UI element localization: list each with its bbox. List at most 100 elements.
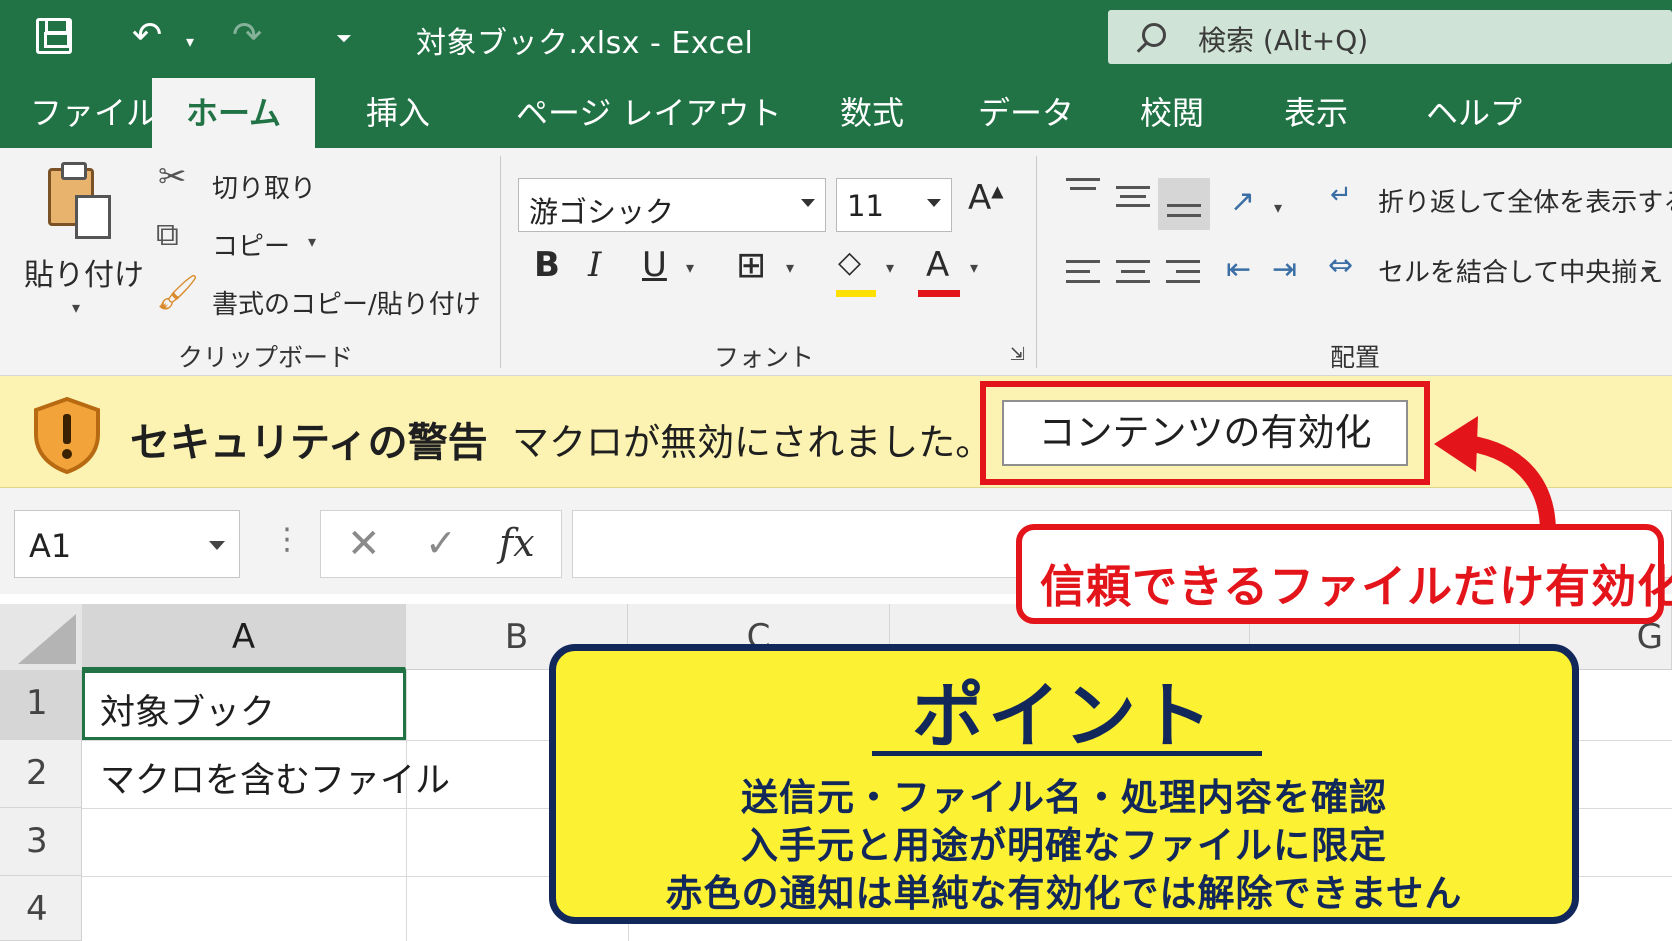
- borders-chevron-down-icon[interactable]: ▾: [786, 258, 794, 277]
- row-header-3[interactable]: 3: [0, 808, 82, 876]
- column-header-a[interactable]: A: [82, 604, 406, 670]
- tab-review[interactable]: 校閲: [1140, 88, 1204, 134]
- document-title: 対象ブック.xlsx - Excel: [416, 26, 754, 61]
- more-options-icon[interactable]: ⋮: [272, 522, 302, 557]
- tab-view[interactable]: 表示: [1284, 88, 1348, 134]
- format-painter-icon[interactable]: 🖌: [156, 276, 199, 310]
- font-name-value: 游ゴシック: [529, 195, 675, 229]
- point-line-2: 入手元と用途が明確なファイルに限定: [741, 824, 1387, 867]
- underline-button[interactable]: U: [642, 248, 667, 282]
- copy-button[interactable]: コピー: [212, 226, 290, 263]
- bold-button[interactable]: B: [534, 248, 560, 282]
- chevron-down-icon: [801, 199, 815, 207]
- merge-center-button[interactable]: セルを結合して中央揃え: [1378, 252, 1663, 289]
- align-center-icon[interactable]: [1116, 260, 1150, 290]
- font-group-label: フォント: [714, 343, 815, 372]
- chevron-down-icon: [927, 199, 941, 207]
- insert-function-icon[interactable]: fx: [499, 521, 535, 565]
- group-divider: [500, 156, 501, 368]
- font-color-icon[interactable]: A: [926, 248, 949, 282]
- tab-home[interactable]: ホーム: [152, 78, 316, 148]
- formula-buttons: ✕ ✓ fx: [320, 510, 562, 578]
- fill-color-icon[interactable]: ◇: [838, 248, 861, 278]
- row-header-4[interactable]: 4: [0, 876, 82, 941]
- align-right-icon[interactable]: [1166, 260, 1200, 290]
- chevron-down-icon[interactable]: [209, 541, 225, 550]
- point-line-3: 赤色の通知は単純な有効化では解除できません: [665, 872, 1463, 915]
- redo-icon[interactable]: ↷: [232, 16, 262, 56]
- row-header-2[interactable]: 2: [0, 740, 82, 808]
- align-left-icon[interactable]: [1066, 260, 1100, 290]
- alignment-group-label: 配置: [1330, 343, 1381, 372]
- tab-data[interactable]: データ: [978, 88, 1074, 134]
- column-gridline: [406, 670, 407, 941]
- paste-button[interactable]: 貼り付け: [24, 250, 144, 294]
- tab-insert[interactable]: 挿入: [366, 88, 430, 134]
- enable-content-button[interactable]: コンテンツの有効化: [1002, 400, 1408, 466]
- font-color-swatch: [918, 290, 960, 297]
- row-header-1[interactable]: 1: [0, 670, 82, 740]
- copy-chevron-down-icon[interactable]: ▾: [308, 232, 316, 251]
- customize-toolbar-chevron-down-icon[interactable]: ⏷: [336, 18, 352, 58]
- paste-chevron-down-icon[interactable]: ▾: [72, 298, 80, 317]
- cell-a2[interactable]: マクロを含むファイル: [100, 752, 450, 803]
- scissors-icon[interactable]: ✂: [158, 160, 187, 194]
- tab-file[interactable]: ファイル: [30, 88, 158, 134]
- shield-warning-icon: [34, 396, 100, 474]
- search-placeholder: 検索 (Alt+Q): [1198, 24, 1369, 57]
- italic-button[interactable]: I: [588, 248, 601, 282]
- point-callout: ポイント 送信元・ファイル名・処理内容を確認 入手元と用途が明確なファイルに限定…: [549, 644, 1579, 924]
- cut-button[interactable]: 切り取り: [212, 168, 316, 205]
- increase-font-size-icon[interactable]: A▲: [968, 178, 1004, 218]
- font-size-value: 11: [847, 189, 884, 223]
- name-box-value: A1: [29, 527, 72, 565]
- cell-a1[interactable]: 対象ブック: [100, 684, 275, 735]
- trust-note-text: 信頼できるファイルだけ有効化: [1040, 560, 1672, 613]
- tab-page-layout[interactable]: ページ レイアウト: [516, 88, 782, 134]
- fill-color-chevron-down-icon[interactable]: ▾: [886, 258, 894, 277]
- fill-color-swatch: [836, 290, 876, 297]
- callout-arrow-icon: [1434, 416, 1556, 540]
- decrease-indent-icon[interactable]: ⇤: [1226, 252, 1251, 287]
- borders-icon[interactable]: ⊞: [736, 248, 766, 284]
- undo-dropdown-chevron-down-icon[interactable]: ▾: [186, 22, 194, 62]
- align-bottom-icon[interactable]: [1158, 178, 1210, 230]
- search-icon: [1142, 23, 1166, 47]
- cancel-icon[interactable]: ✕: [347, 521, 381, 567]
- orientation-icon[interactable]: ↗: [1230, 184, 1255, 219]
- format-painter-button[interactable]: 書式のコピー/貼り付け: [212, 284, 481, 321]
- undo-icon[interactable]: ↶: [132, 16, 162, 56]
- underline-chevron-down-icon[interactable]: ▾: [686, 258, 694, 277]
- merge-chevron-down-icon[interactable]: ▾: [1644, 262, 1652, 281]
- point-title: ポイント: [911, 674, 1216, 758]
- font-color-chevron-down-icon[interactable]: ▾: [970, 258, 978, 277]
- ribbon-tab-bar: ファイル ホーム 挿入 ページ レイアウト 数式 データ 校閲 表示 ヘルプ: [0, 72, 1672, 148]
- tab-formulas[interactable]: 数式: [840, 88, 904, 134]
- security-warning-message: マクロが無効にされました。: [512, 421, 993, 464]
- point-line-1: 送信元・ファイル名・処理内容を確認: [741, 776, 1387, 819]
- merge-center-icon[interactable]: ⇔: [1328, 248, 1353, 283]
- align-top-icon[interactable]: [1066, 178, 1100, 204]
- wrap-text-button[interactable]: 折り返して全体を表示する: [1378, 182, 1672, 219]
- tab-help[interactable]: ヘルプ: [1426, 88, 1522, 134]
- title-bar: ↶ ▾ ↷ ⏷ 対象ブック.xlsx - Excel 検索 (Alt+Q): [0, 0, 1672, 72]
- point-title-underline: [872, 751, 1262, 756]
- security-warning-title: セキュリティの警告: [130, 420, 488, 466]
- name-box[interactable]: A1: [14, 510, 240, 578]
- save-icon[interactable]: [36, 18, 72, 54]
- font-size-select[interactable]: 11: [836, 178, 952, 232]
- increase-indent-icon[interactable]: ⇥: [1272, 252, 1297, 287]
- clipboard-group-label: クリップボード: [178, 343, 354, 372]
- search-input[interactable]: 検索 (Alt+Q): [1108, 10, 1672, 64]
- check-icon[interactable]: ✓: [425, 521, 457, 565]
- ribbon: 貼り付け ▾ ✂ 切り取り ⧉ コピー ▾ 🖌 書式のコピー/貼り付け クリップ…: [0, 148, 1672, 376]
- paste-icon[interactable]: [48, 162, 111, 239]
- font-name-select[interactable]: 游ゴシック: [518, 178, 826, 232]
- font-dialog-launcher-icon[interactable]: ⇲: [1010, 344, 1025, 365]
- orientation-chevron-down-icon[interactable]: ▾: [1274, 198, 1282, 217]
- wrap-text-icon[interactable]: ↵: [1330, 180, 1352, 210]
- align-middle-icon[interactable]: [1116, 186, 1150, 212]
- select-all-button[interactable]: [0, 604, 82, 670]
- copy-icon[interactable]: ⧉: [156, 218, 179, 250]
- group-divider: [1036, 156, 1037, 368]
